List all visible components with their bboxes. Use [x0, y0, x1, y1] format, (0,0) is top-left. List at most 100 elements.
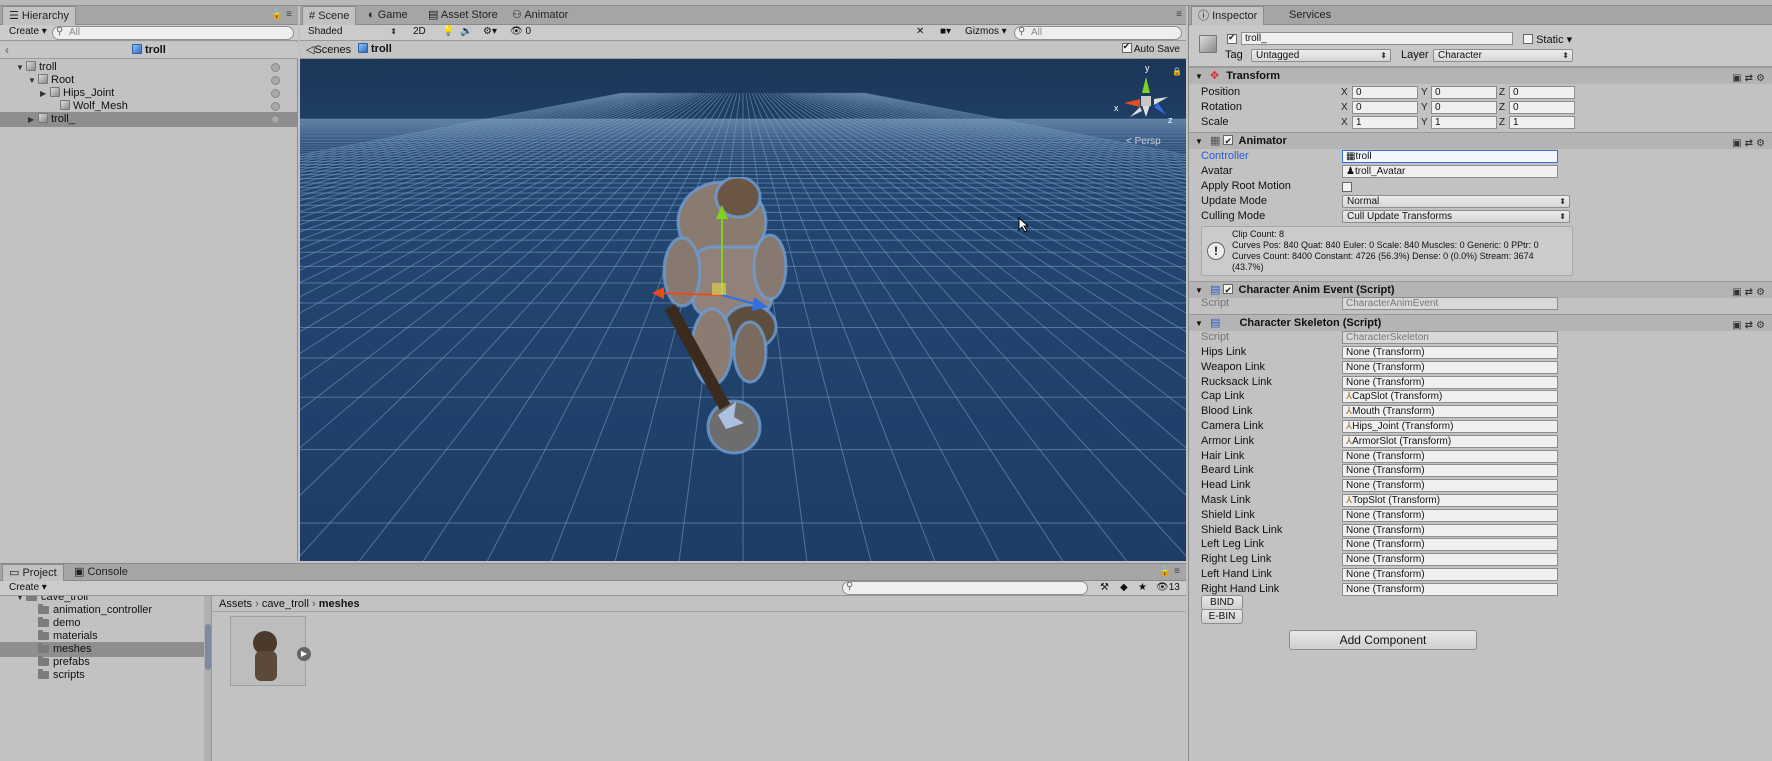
lighting-icon[interactable]: 💡: [442, 26, 454, 37]
shading-dropdown[interactable]: Shaded: [304, 26, 400, 39]
hidden-layers-icon[interactable]: 👁 0: [510, 26, 531, 37]
position-z-field[interactable]: 0: [1509, 86, 1575, 99]
link-object-field[interactable]: None (Transform): [1342, 360, 1558, 374]
link-object-field[interactable]: ⅄Hips_Joint (Transform): [1342, 420, 1558, 433]
foldout-arrow-icon[interactable]: ▼: [1195, 286, 1203, 295]
rotation-z-field[interactable]: 0: [1509, 101, 1575, 114]
breadcrumb-assets[interactable]: Assets: [219, 598, 252, 610]
troll-character[interactable]: [630, 177, 830, 457]
project-create-button[interactable]: Create ▾: [4, 581, 52, 596]
auto-save-toggle[interactable]: Auto Save: [1121, 41, 1180, 55]
component-enabled-checkbox[interactable]: [1223, 282, 1234, 299]
add-component-button[interactable]: Add Component: [1289, 630, 1477, 650]
link-object-field[interactable]: None (Transform): [1342, 346, 1558, 359]
rotation-y-field[interactable]: 0: [1431, 101, 1497, 114]
back-arrow-icon[interactable]: ‹: [5, 43, 9, 57]
bind-button[interactable]: BIND: [1201, 595, 1243, 610]
tools-icon[interactable]: ✕: [916, 26, 924, 37]
layer-dropdown[interactable]: Character: [1433, 49, 1573, 62]
tab-services[interactable]: Services: [1283, 6, 1337, 25]
avatar-field[interactable]: ♟troll_Avatar: [1342, 165, 1558, 178]
rebind-button[interactable]: E-BIN: [1201, 609, 1243, 624]
skeleton-header[interactable]: ▼ ▤ Character Skeleton (Script) ▣⇄⚙: [1189, 314, 1772, 331]
object-name-input[interactable]: troll_: [1241, 32, 1513, 45]
hidden-count[interactable]: 👁13: [1156, 582, 1180, 593]
scale-z-field[interactable]: 1: [1509, 116, 1575, 129]
update-mode-dropdown[interactable]: Normal: [1342, 195, 1570, 208]
visibility-icon[interactable]: [271, 63, 280, 72]
link-object-field[interactable]: None (Transform): [1342, 553, 1558, 567]
favorite-icon[interactable]: ★: [1138, 582, 1147, 593]
tab-asset-store[interactable]: ▤ Asset Store: [422, 6, 504, 25]
scrollbar-thumb[interactable]: [205, 624, 211, 670]
scale-y-field[interactable]: 1: [1431, 116, 1497, 129]
culling-mode-dropdown[interactable]: Cull Update Transforms: [1342, 210, 1570, 223]
breadcrumb-cave-troll[interactable]: cave_troll: [262, 598, 309, 610]
2d-toggle[interactable]: 2D: [408, 25, 431, 40]
tab-project[interactable]: ▭ Project: [2, 564, 64, 581]
panel-menu-icon[interactable]: ≡: [1176, 9, 1182, 20]
persp-label[interactable]: < Persp: [1126, 136, 1161, 147]
rotation-x-field[interactable]: 0: [1352, 101, 1418, 114]
controller-field[interactable]: ▦troll: [1342, 150, 1558, 163]
asset-thumbnail-troll[interactable]: ▶: [230, 616, 311, 686]
link-object-field[interactable]: None (Transform): [1342, 508, 1558, 522]
foldout-arrow-icon[interactable]: ▼: [1195, 319, 1203, 328]
view-orientation-gizmo[interactable]: y x z 🔒: [1114, 63, 1186, 137]
link-object-field[interactable]: None (Transform): [1342, 582, 1558, 596]
tab-hierarchy[interactable]: ☰ Hierarchy: [2, 6, 76, 25]
link-object-field[interactable]: ⅄Mouth (Transform): [1342, 405, 1558, 419]
play-preview-icon[interactable]: ▶: [297, 647, 311, 661]
visibility-icon[interactable]: [271, 89, 280, 98]
scene-search-input[interactable]: ⚲ All: [1014, 26, 1182, 40]
active-checkbox[interactable]: [1227, 32, 1237, 44]
create-button[interactable]: Create ▾: [4, 25, 52, 40]
tag-dropdown[interactable]: Untagged: [1251, 49, 1391, 62]
link-object-field[interactable]: None (Transform): [1342, 449, 1558, 463]
collapse-arrow-icon[interactable]: ▶: [28, 112, 38, 127]
link-object-field[interactable]: ⅄CapSlot (Transform): [1342, 390, 1558, 404]
link-object-field[interactable]: None (Transform): [1342, 464, 1558, 478]
link-object-field[interactable]: ⅄TopSlot (Transform): [1342, 494, 1558, 507]
component-enabled-checkbox[interactable]: [1223, 133, 1234, 150]
folder-scrollbar[interactable]: [204, 596, 211, 761]
link-object-field[interactable]: None (Transform): [1342, 479, 1558, 493]
link-object-field[interactable]: None (Transform): [1342, 568, 1558, 581]
lock-icon[interactable]: 🔒: [1172, 67, 1182, 76]
breadcrumb-meshes[interactable]: meshes: [319, 598, 360, 610]
scene-viewport[interactable]: y x z 🔒 < Persp: [300, 59, 1186, 561]
camera-icon[interactable]: ■▾: [940, 26, 951, 37]
transform-header[interactable]: ▼ ✥ Transform ▣⇄⚙: [1189, 67, 1772, 84]
tab-console[interactable]: ▣ Console: [68, 564, 134, 581]
position-y-field[interactable]: 0: [1431, 86, 1497, 99]
tab-scene[interactable]: # Scene: [302, 6, 357, 25]
filter-label-icon[interactable]: ◆: [1120, 582, 1128, 593]
visibility-icon[interactable]: [271, 115, 280, 124]
link-object-field[interactable]: None (Transform): [1342, 375, 1558, 389]
tree-item-troll-selected[interactable]: ▶ troll_: [0, 112, 298, 127]
scale-x-field[interactable]: 1: [1352, 116, 1418, 129]
apply-root-motion-checkbox[interactable]: [1342, 182, 1352, 192]
static-toggle[interactable]: Static ▾: [1523, 33, 1572, 46]
breadcrumb-current[interactable]: troll: [358, 43, 392, 55]
audio-icon[interactable]: 🔊: [460, 26, 472, 37]
effects-icon[interactable]: ⚙▾: [483, 26, 497, 37]
project-search-input[interactable]: ⚲: [842, 581, 1088, 595]
foldout-arrow-icon[interactable]: ▼: [1195, 137, 1203, 146]
link-object-field[interactable]: None (Transform): [1342, 538, 1558, 552]
link-object-field[interactable]: ⅄ArmorSlot (Transform): [1342, 434, 1558, 448]
tab-animator[interactable]: ⚇ Animator: [506, 6, 574, 25]
tab-inspector[interactable]: ⓘ Inspector: [1191, 6, 1265, 25]
panel-menu-icon[interactable]: 🔒 ≡: [271, 9, 292, 20]
filter-type-icon[interactable]: ⚒: [1100, 582, 1109, 593]
gizmos-dropdown[interactable]: Gizmos ▾: [960, 25, 1012, 40]
animator-header[interactable]: ▼ ▦ Animator ▣⇄⚙: [1189, 132, 1772, 150]
breadcrumb-scenes[interactable]: ◁Scenes: [306, 43, 351, 56]
visibility-icon[interactable]: [271, 76, 280, 85]
hierarchy-search-input[interactable]: ⚲ All: [52, 26, 294, 40]
link-object-field[interactable]: None (Transform): [1342, 523, 1558, 537]
panel-menu-icon[interactable]: 🔒 ≡: [1159, 566, 1180, 577]
foldout-arrow-icon[interactable]: ▼: [1195, 72, 1203, 81]
tab-game[interactable]: ◐ Game: [362, 6, 414, 25]
visibility-icon[interactable]: [271, 102, 280, 111]
